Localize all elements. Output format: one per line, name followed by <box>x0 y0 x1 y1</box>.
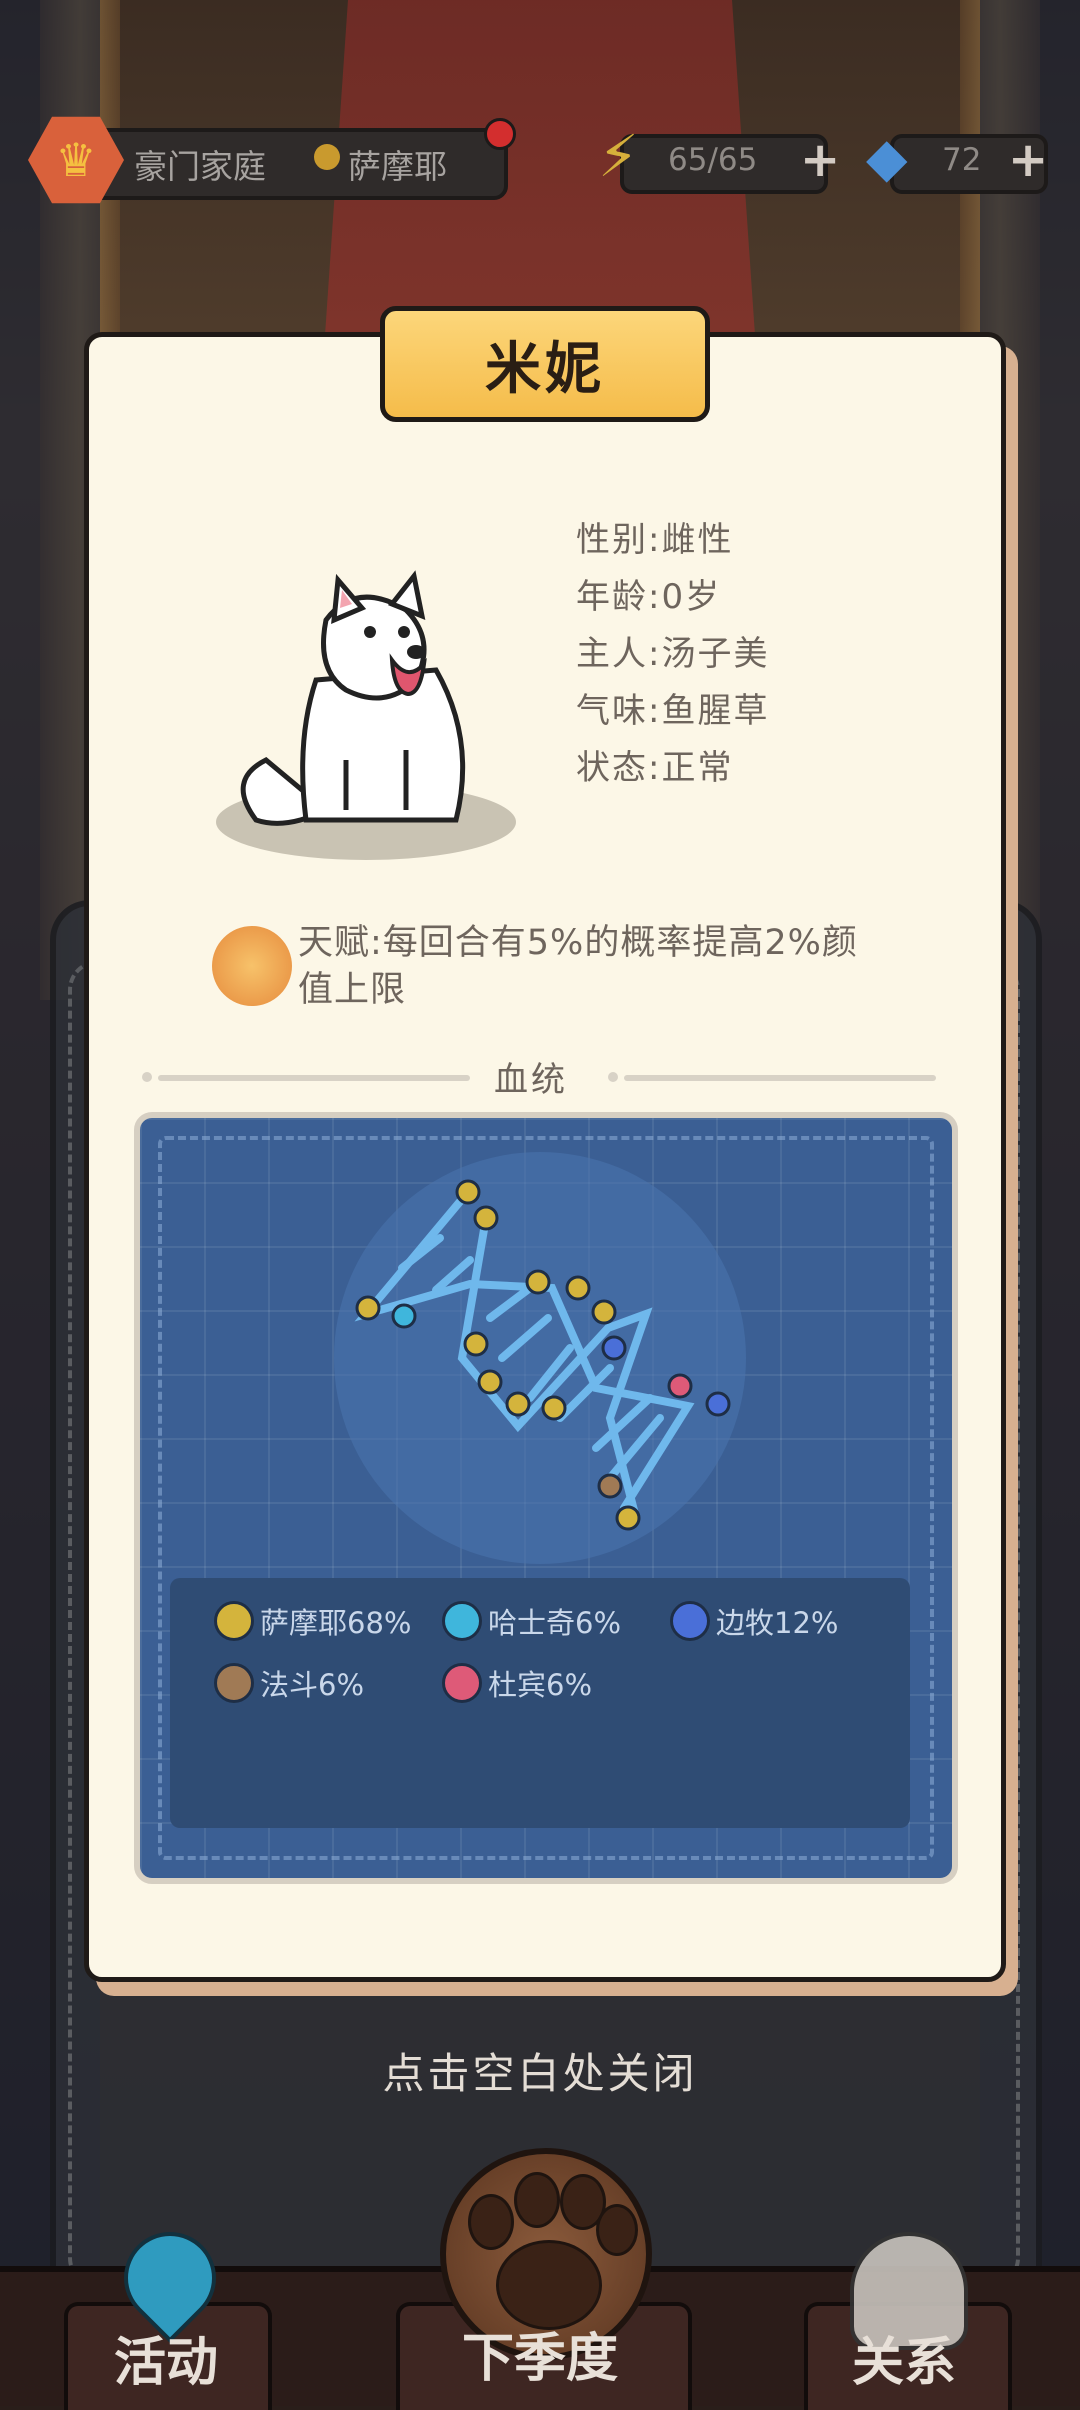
divider-right <box>624 1075 936 1081</box>
info-scent: 气味:鱼腥草 <box>576 691 770 731</box>
legend-item: 哈士奇6% <box>442 1600 621 1642</box>
info-age: 年龄:0岁 <box>576 577 722 617</box>
legend-label: 边牧12% <box>716 1606 839 1640</box>
diamond-icon: ◆ <box>866 126 908 189</box>
divider-dot <box>608 1072 618 1082</box>
legend-item: 萨摩耶68% <box>214 1600 411 1642</box>
legend-label: 杜宾6% <box>488 1668 593 1702</box>
family-title: 豪门家庭 <box>134 147 266 186</box>
legend-color-dot <box>214 1601 254 1641</box>
add-gems-button[interactable]: + <box>1008 136 1048 184</box>
lineage-blueprint: 萨摩耶68% 哈士奇6% 边牧12% 法斗6% 杜宾6% <box>134 1112 958 1884</box>
info-status: 状态:正常 <box>576 748 734 788</box>
legend-color-dot <box>442 1601 482 1641</box>
legend-item: 法斗6% <box>214 1662 364 1704</box>
tab-relations-label[interactable]: 关系 <box>784 2320 1024 2395</box>
legend-color-dot <box>670 1601 710 1641</box>
medal-icon <box>314 144 340 170</box>
legend-item: 杜宾6% <box>442 1662 592 1704</box>
energy-value: 65/65 <box>668 142 758 178</box>
legend-item: 边牧12% <box>670 1600 838 1642</box>
lineage-title: 血统 <box>494 1060 568 1100</box>
pet-name-ribbon: 米妮 <box>380 306 710 422</box>
tab-activity-label[interactable]: 活动 <box>46 2320 286 2395</box>
pet-name: 米妮 <box>485 336 605 402</box>
talent-mask-icon <box>212 926 292 1006</box>
legend-color-dot <box>214 1663 254 1703</box>
legend-label: 萨摩耶68% <box>260 1606 412 1640</box>
info-gender: 性别:雌性 <box>576 520 734 560</box>
gem-value: 72 <box>942 142 982 178</box>
add-energy-button[interactable]: + <box>800 136 840 184</box>
close-hint[interactable]: 点击空白处关闭 <box>0 2040 1080 2101</box>
samoyed-dog-icon <box>216 570 516 860</box>
legend-color-dot <box>442 1663 482 1703</box>
top-bar: ♛ 豪门家庭 萨摩耶 ⚡ 65/65 + ◆ 72 + <box>0 110 1080 210</box>
breed-name: 萨摩耶 <box>348 147 447 186</box>
tab-next-season-label[interactable]: 下季度 <box>420 2316 660 2391</box>
pet-info-list: 性别:雌性 年龄:0岁 主人:汤子美 气味:鱼腥草 状态:正常 <box>576 512 769 797</box>
legend-label: 哈士奇6% <box>488 1606 622 1640</box>
divider-dot <box>142 1072 152 1082</box>
legend-label: 法斗6% <box>260 1668 365 1702</box>
talent-text: 天赋:每回合有5%的概率提高2%颜值上限 <box>298 923 858 1010</box>
divider-left <box>158 1075 470 1081</box>
notification-dot <box>484 118 516 150</box>
info-owner: 主人:汤子美 <box>576 634 770 674</box>
lineage-legend: 萨摩耶68% 哈士奇6% 边牧12% 法斗6% 杜宾6% <box>170 1578 910 1828</box>
lightning-icon: ⚡ <box>598 122 639 190</box>
